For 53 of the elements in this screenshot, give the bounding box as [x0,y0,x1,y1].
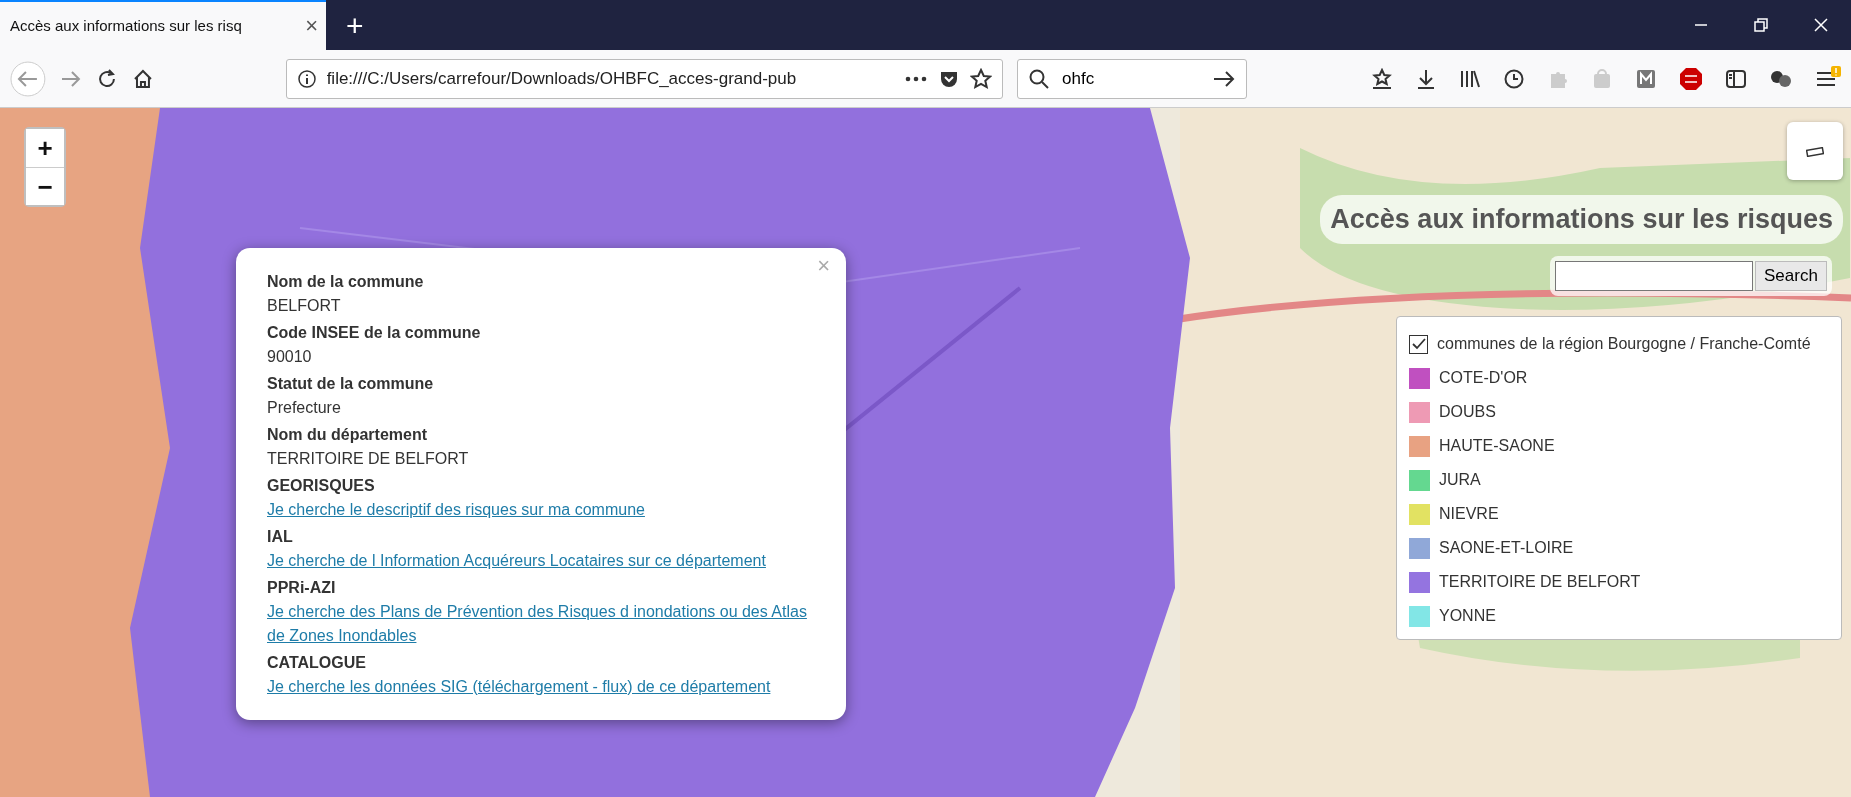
field-label: Code INSEE de la commune [267,323,482,343]
sidebar-icon[interactable] [1725,67,1747,90]
new-tab-button[interactable]: + [340,1,370,49]
browser-tab[interactable]: Accès aux informations sur les risq × [0,0,326,50]
tab-close-button[interactable]: × [305,15,318,37]
field-label: Statut de la commune [267,374,435,394]
back-icon[interactable] [10,60,46,97]
field-label: GEORISQUES [267,476,376,496]
measure-button[interactable] [1787,122,1843,180]
field-link[interactable]: Je cherche de l Information Acquéreurs Locataires sur ce département [267,549,766,573]
field-link[interactable]: Je cherche des Plans de Prévention des Risques d inondations ou des Atlas de Zones Inondables [267,600,812,648]
zoom-out-button[interactable]: − [26,167,64,205]
legend-label: NIEVRE [1439,504,1499,524]
url-field[interactable]: file:///C:/Users/carrefour/Downloads/OHBFC_acces-grand-pub [285,58,1003,99]
stop-sign-icon[interactable] [1679,66,1703,91]
legend-label: YONNE [1439,606,1496,626]
home-icon[interactable] [131,67,154,90]
field-label: IAL [267,527,294,547]
legend-label: HAUTE-SAONE [1439,436,1555,456]
legend-label: COTE-D'OR [1439,368,1528,388]
search-icon [1028,67,1050,90]
star-icon[interactable] [970,67,992,90]
field-label: PPRi-AZI [267,578,337,598]
layer-checkbox[interactable] [1409,334,1428,354]
search-button[interactable]: Search [1755,261,1827,291]
field-value: TERRITOIRE DE BELFORT [267,449,470,469]
field-value: Prefecture [267,398,342,418]
field-label: CATALOGUE [267,653,367,673]
restore-icon[interactable] [1753,17,1769,33]
legend-label: JURA [1439,470,1481,490]
field-value: BELFORT [267,296,342,316]
layer-label: communes de la région Bourgogne / Franche-Comté [1437,334,1811,354]
map-title: Accès aux informations sur les risques [1320,195,1843,244]
shield-icon[interactable] [1635,67,1657,90]
more-icon[interactable] [904,74,928,83]
url-text: file:///C:/Users/carrefour/Downloads/OHBFC_acces-grand-pub [326,67,798,90]
field-label: Nom de la commune [267,272,425,292]
clock-icon[interactable] [1503,67,1525,90]
map-search-field[interactable] [1555,261,1753,291]
star-tray-icon[interactable] [1371,67,1393,90]
close-icon[interactable] [1813,17,1829,33]
field-link[interactable]: Je cherche le descriptif des risques sur ma commune [267,498,645,522]
download-icon[interactable] [1415,67,1437,90]
tab-title: Accès aux informations sur les risq [10,15,243,36]
ruler-icon [1806,146,1824,157]
legend-label: SAONE-ET-LOIRE [1439,538,1574,558]
legend-label: TERRITOIRE DE BELFORT [1439,572,1641,592]
field-label: Nom du département [267,425,428,445]
legend-label: DOUBS [1439,402,1496,422]
info-icon [296,68,317,89]
field-link[interactable]: Je cherche les données SIG (téléchargement - flux) de ce département [267,675,771,699]
search-field[interactable]: ohfc [1017,58,1247,99]
field-value: 90010 [267,347,313,367]
